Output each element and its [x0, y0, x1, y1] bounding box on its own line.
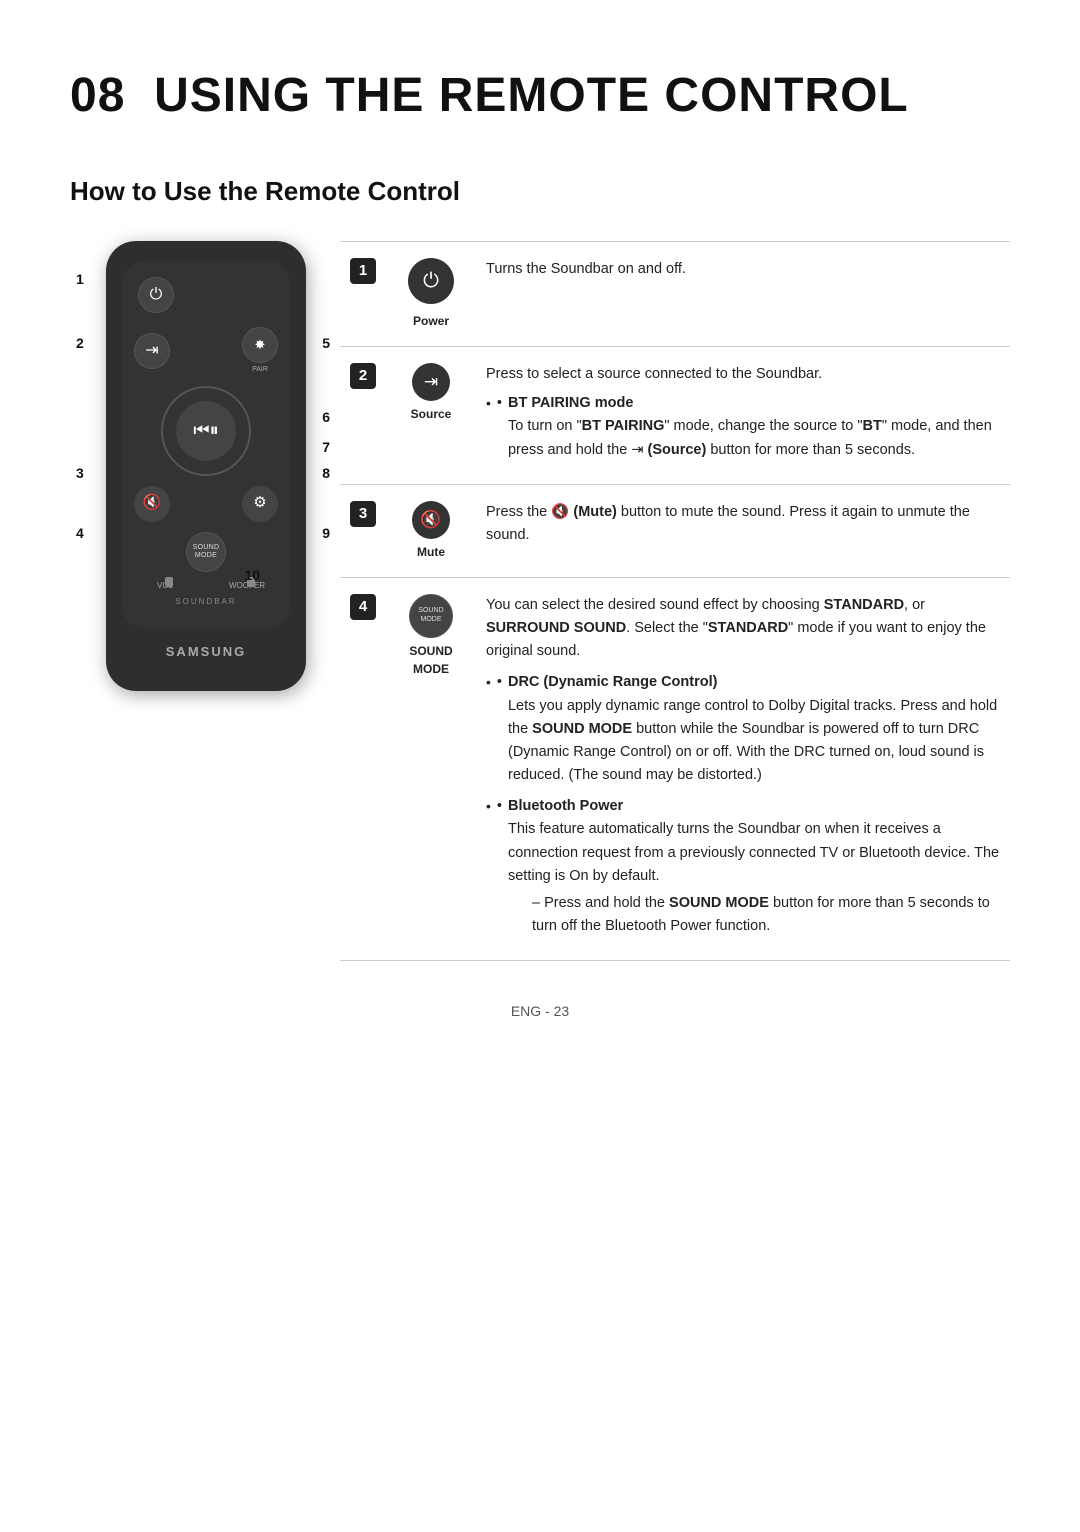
func-desc-1: Turns the Soundbar on and off. — [476, 242, 1010, 347]
remote-soundmode-btn[interactable]: SOUND MODE — [186, 532, 226, 572]
remote-playpause-btn[interactable]: ⏮⏸ — [176, 401, 236, 461]
pair-label: PAIR — [252, 365, 268, 376]
table-row: 1 ⏻ Power Turns the Soundbar on and off. — [340, 242, 1010, 347]
func-label-mute: Mute — [396, 543, 466, 561]
func-icon-mute: 🔇 — [412, 501, 450, 539]
remote-container: ⏻ ⇥ ✸ PAIR ⏮⏸ — [70, 241, 310, 691]
func-label-power: Power — [396, 312, 466, 330]
function-table: 1 ⏻ Power Turns the Soundbar on and off.… — [340, 241, 1010, 961]
table-row: 4 SOUNDMODE SOUND MODE You can select th… — [340, 577, 1010, 961]
func-label-soundmode: SOUND MODE — [396, 642, 466, 678]
table-row: 3 🔇 Mute Press the 🔇 (Mute) button to mu… — [340, 484, 1010, 577]
page-number: ENG - 23 — [70, 1001, 1010, 1022]
remote-power-btn[interactable]: ⏻ — [138, 277, 174, 313]
remote-control: ⏻ ⇥ ✸ PAIR ⏮⏸ — [106, 241, 306, 691]
remote-callout-3: 3 — [76, 463, 84, 484]
func-num-1: 1 — [350, 258, 376, 284]
remote-callout-6: 6 — [322, 407, 330, 428]
func-icon-power: ⏻ — [408, 258, 454, 304]
samsung-label: SAMSUNG — [122, 642, 290, 662]
remote-mute-btn[interactable]: 🔇 — [134, 486, 170, 522]
page-title: 08 USING THE REMOTE CONTROL — [70, 60, 1010, 132]
func-desc-2: Press to select a source connected to th… — [476, 347, 1010, 485]
remote-callout-10: 10 — [244, 565, 260, 586]
remote-callout-9: 9 — [322, 523, 330, 544]
remote-play-ring: ⏮⏸ — [161, 386, 251, 476]
remote-callout-5: 5 — [322, 333, 330, 354]
main-layout: ⏻ ⇥ ✸ PAIR ⏮⏸ — [70, 241, 1010, 961]
func-desc-4: You can select the desired sound effect … — [476, 577, 1010, 961]
func-label-source: Source — [396, 405, 466, 423]
remote-callout-8: 8 — [322, 463, 330, 484]
section-title: How to Use the Remote Control — [70, 172, 1010, 211]
function-table-section: 1 ⏻ Power Turns the Soundbar on and off.… — [340, 241, 1010, 961]
func-num-4: 4 — [350, 594, 376, 620]
remote-bt-btn[interactable]: ✸ — [242, 327, 278, 363]
remote-callout-4: 4 — [76, 523, 84, 544]
remote-callout-7: 7 — [322, 437, 330, 458]
remote-source-btn[interactable]: ⇥ — [134, 333, 170, 369]
remote-callout-2: 2 — [76, 333, 84, 354]
func-num-3: 3 — [350, 501, 376, 527]
soundbar-label: SOUNDBAR — [134, 596, 278, 608]
func-icon-soundmode: SOUNDMODE — [409, 594, 453, 638]
func-icon-source: ⇥ — [412, 363, 450, 401]
func-num-2: 2 — [350, 363, 376, 389]
table-row: 2 ⇥ Source Press to select a source conn… — [340, 347, 1010, 485]
func-desc-3: Press the 🔇 (Mute) button to mute the so… — [476, 484, 1010, 577]
remote-settings-btn[interactable]: ⚙ — [242, 486, 278, 522]
remote-callout-1: 1 — [76, 269, 84, 290]
